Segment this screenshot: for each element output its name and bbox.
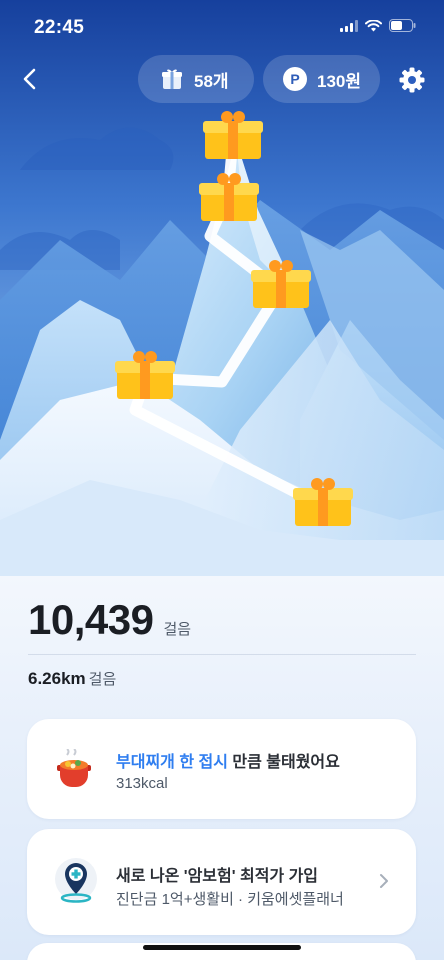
medical-pin-icon — [54, 857, 98, 910]
wifi-icon — [365, 19, 382, 31]
home-indicator — [143, 945, 301, 950]
step-count-row: 10,439 걸음 — [28, 596, 191, 644]
calorie-card: 부대찌개 한 접시 만큼 불태웠어요 313kcal — [27, 719, 416, 819]
gift-box-icon — [160, 67, 184, 91]
cellular-signal-icon — [340, 19, 358, 32]
food-highlight: 부대찌개 한 접시 — [116, 754, 228, 771]
battery-icon — [389, 19, 416, 32]
status-icons — [340, 19, 416, 32]
top-bar: 58개 P 130원 — [0, 54, 444, 104]
point-balance-button[interactable]: P 130원 — [263, 55, 380, 103]
gear-icon — [399, 67, 425, 93]
status-bar: 22:45 — [0, 0, 444, 56]
chevron-left-icon — [23, 68, 36, 90]
chevron-right-icon — [378, 873, 390, 894]
ad-subtitle: 진단금 1억+생활비 · 키움에셋플래너 — [116, 891, 344, 908]
step-unit: 걸음 — [163, 621, 192, 638]
calorie-message: 부대찌개 한 접시 만큼 불태웠어요 — [116, 748, 340, 772]
settings-button[interactable] — [397, 65, 427, 95]
calorie-message-rest: 만큼 불태웠어요 — [227, 754, 340, 771]
distance-row: 6.26km 걸음 — [28, 668, 116, 689]
point-icon: P — [283, 67, 307, 91]
status-time: 22:45 — [34, 17, 85, 38]
calorie-value: 313kcal — [116, 775, 168, 792]
point-amount: 130원 — [317, 71, 362, 91]
stew-pot-icon — [54, 748, 94, 794]
point-symbol: P — [283, 67, 307, 91]
distance-value: 6.26km — [28, 669, 86, 688]
distance-unit: 걸음 — [88, 671, 117, 688]
step-count: 10,439 — [28, 596, 154, 643]
gift-count-button[interactable]: 58개 — [138, 55, 254, 103]
insurance-ad-card[interactable]: 새로 나온 '암보험' 최적가 가입 진단금 1억+생활비 · 키움에셋플래너 — [27, 829, 416, 935]
back-button[interactable] — [14, 62, 48, 96]
ad-title: 새로 나온 '암보험' 최적가 가입 — [116, 868, 319, 885]
divider — [28, 654, 416, 655]
gift-count: 58개 — [194, 71, 229, 91]
step-summary-sheet: 10,439 걸음 6.26km 걸음 부대찌개 한 접시 만큼 불태웠어요 3… — [0, 576, 444, 960]
